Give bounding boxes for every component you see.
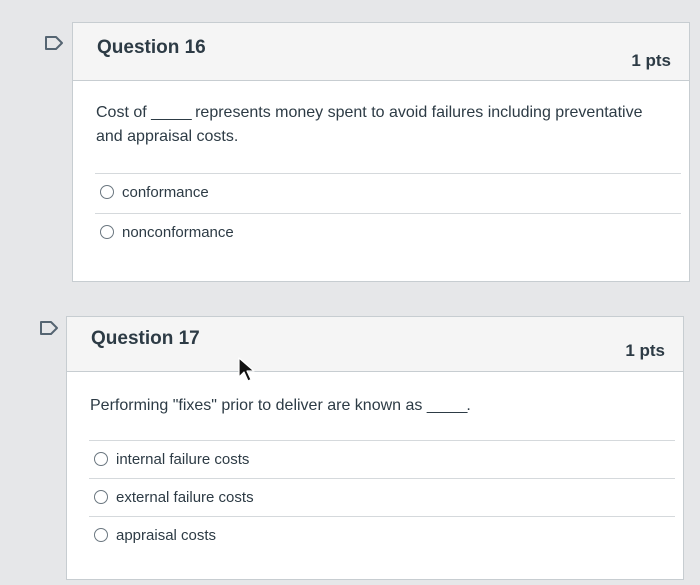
- question-text-end: represents money spent to avoid failures…: [195, 104, 643, 121]
- divider: [89, 440, 675, 441]
- divider: [89, 516, 675, 517]
- flag-question-16-icon[interactable]: [44, 36, 64, 50]
- answer-label: external failure costs: [116, 488, 254, 506]
- question-17-card: Question 17 1 pts Performing "fixes" pri…: [66, 316, 684, 580]
- mouse-pointer-icon: [238, 357, 255, 382]
- divider: [89, 478, 675, 479]
- question-text: Cost of _____ represents money spent to …: [96, 101, 666, 149]
- answer-label: conformance: [122, 183, 209, 201]
- answer-label: internal failure costs: [116, 450, 250, 468]
- divider: [95, 173, 681, 174]
- radio-button[interactable]: [94, 490, 108, 504]
- blank: _____: [151, 104, 191, 121]
- question-17-header: Question 17 1 pts: [67, 317, 683, 372]
- question-title: Question 16: [97, 37, 206, 58]
- flag-question-17-icon[interactable]: [39, 321, 59, 335]
- radio-button[interactable]: [94, 452, 108, 466]
- question-text-line2: and appraisal costs.: [96, 128, 239, 145]
- question-text: Performing "fixes" prior to deliver are …: [90, 394, 660, 418]
- question-title: Question 17: [91, 328, 200, 349]
- answer-label: appraisal costs: [116, 526, 217, 544]
- question-points: 1 pts: [625, 341, 665, 360]
- question-text-start: Performing "fixes" prior to deliver are …: [90, 397, 423, 414]
- answer-option[interactable]: internal failure costs: [89, 440, 675, 478]
- radio-button[interactable]: [94, 528, 108, 542]
- answer-label: nonconformance: [122, 223, 234, 241]
- answer-option[interactable]: nonconformance: [95, 213, 681, 251]
- radio-button[interactable]: [100, 225, 114, 239]
- question-16-card: Question 16 1 pts Cost of _____ represen…: [72, 22, 690, 282]
- answer-option[interactable]: external failure costs: [89, 478, 675, 516]
- question-points: 1 pts: [631, 51, 671, 70]
- answer-option[interactable]: appraisal costs: [89, 516, 675, 554]
- answer-option[interactable]: conformance: [95, 173, 681, 211]
- divider: [95, 213, 681, 214]
- blank: _____.: [426, 397, 471, 414]
- question-16-header: Question 16 1 pts: [73, 23, 689, 81]
- question-text-start: Cost of: [96, 104, 147, 121]
- radio-button[interactable]: [100, 185, 114, 199]
